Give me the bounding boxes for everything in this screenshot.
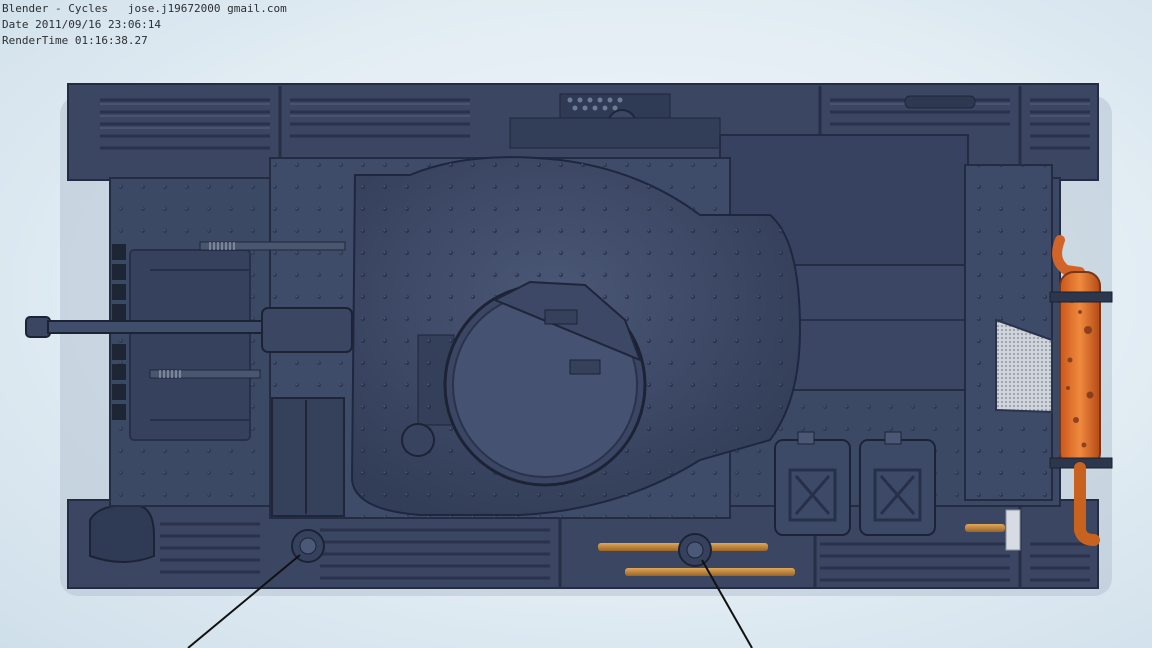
commander-cupola (443, 280, 647, 487)
render-info-overlay: Blender - Cycles jose.j19672000 gmail.co… (2, 1, 287, 49)
tank-render (25, 83, 1113, 648)
render-engine-label: Blender - Cycles jose.j19672000 gmail.co… (2, 2, 287, 15)
render-date-label: Date 2011/09/16 23:06:14 (2, 18, 161, 31)
render-time-label: RenderTime 01:16:38.27 (2, 34, 148, 47)
